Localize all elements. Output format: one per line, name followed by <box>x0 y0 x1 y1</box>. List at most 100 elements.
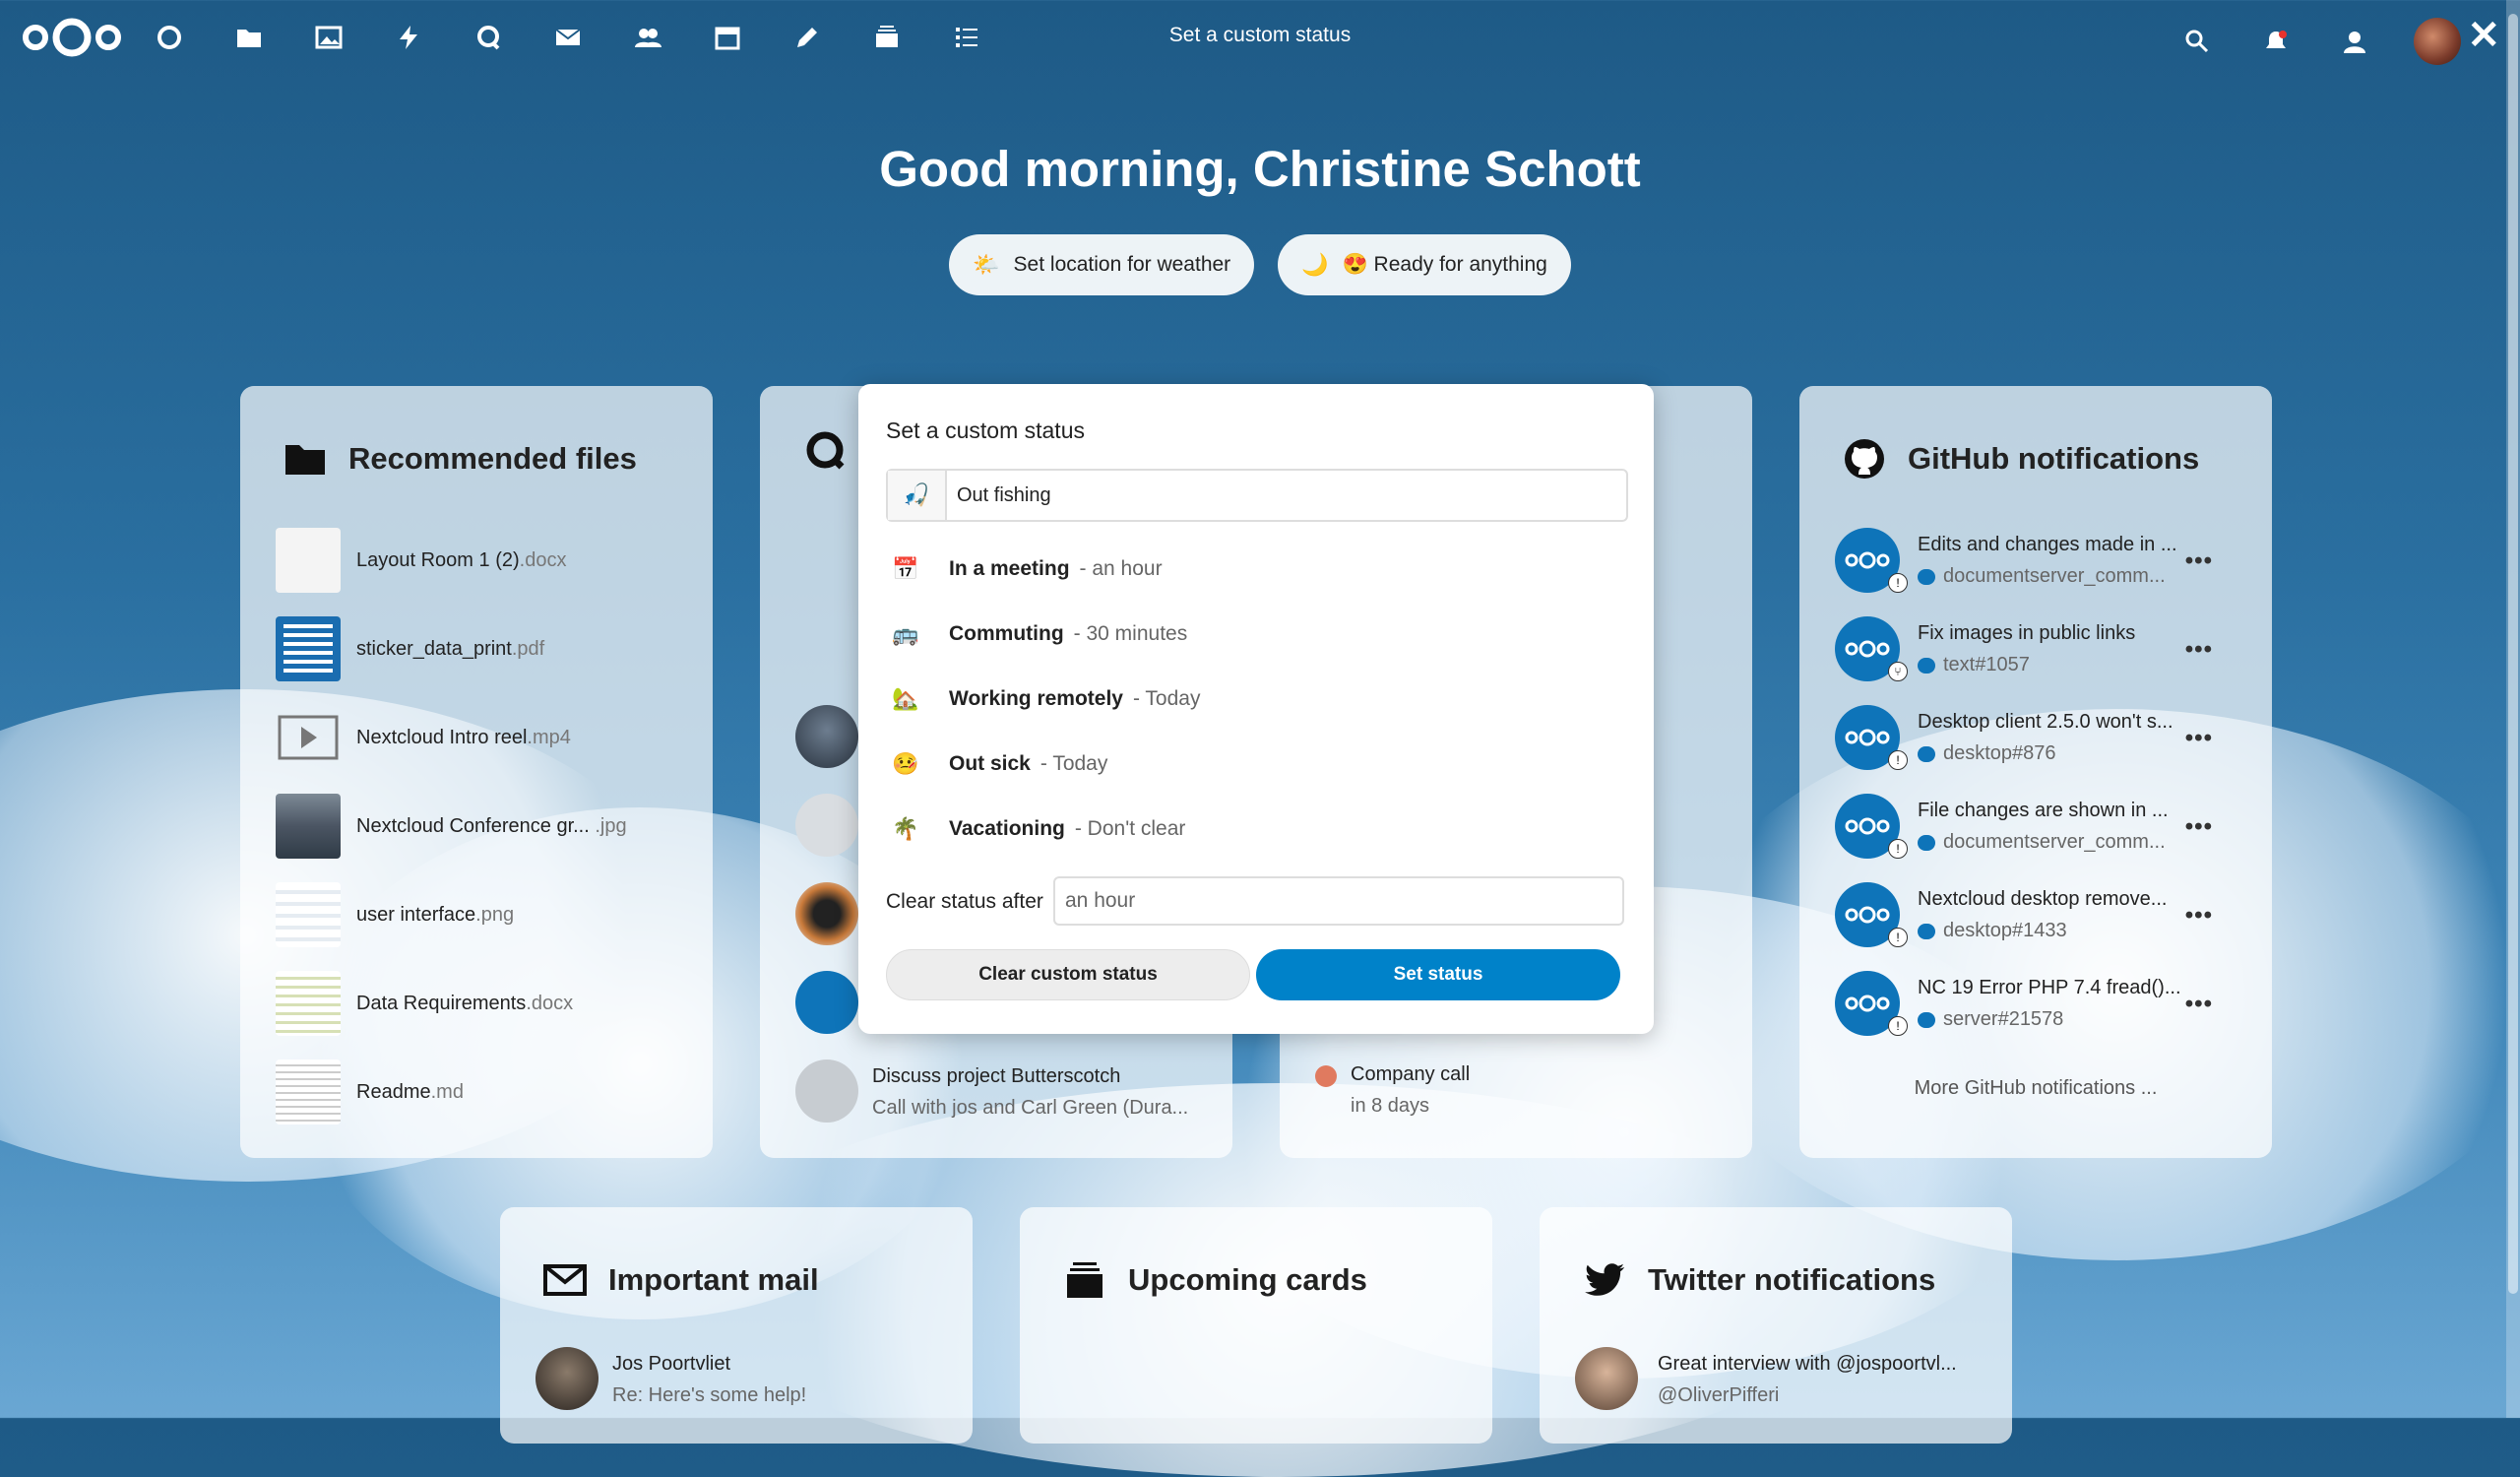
preset-status-sick[interactable]: 🤒 Out sick - Today <box>886 735 1634 794</box>
list-item[interactable]: ! Desktop client 2.5.0 won't s... deskto… <box>1835 705 2248 774</box>
preset-status-meeting[interactable]: 📅 In a meeting - an hour <box>886 540 1634 599</box>
clear-custom-status-button[interactable]: Clear custom status <box>886 949 1250 1000</box>
avatar <box>536 1347 598 1410</box>
list-item[interactable]: ! Edits and changes made in ... document… <box>1835 528 2248 597</box>
status-message-field: 🎣 <box>886 469 1628 522</box>
set-status-button[interactable]: Set status <box>1256 949 1620 1000</box>
mail-sender[interactable]: Jos Poortvliet <box>612 1353 730 1376</box>
scrollbar[interactable] <box>2506 0 2520 1418</box>
talk-icon <box>806 431 845 470</box>
folder-icon <box>285 445 325 475</box>
more-icon[interactable]: ••• <box>2185 636 2213 664</box>
calendar-icon: 📅 <box>892 556 919 581</box>
deck-icon <box>1067 1262 1102 1298</box>
issue-icon: ! <box>1888 839 1908 859</box>
comment-icon <box>1918 834 1935 851</box>
more-icon[interactable]: ••• <box>2185 725 2213 752</box>
file-item[interactable]: Nextcloud Conference gr... .jpg <box>276 794 627 859</box>
preset-status-vacation[interactable]: 🌴 Vacationing - Don't clear <box>886 800 1634 859</box>
file-item[interactable]: user interface.png <box>276 882 514 947</box>
file-item[interactable]: Layout Room 1 (2).docx <box>276 528 566 593</box>
weather-label: Set location for weather <box>1013 253 1231 276</box>
list-item-title[interactable]: Discuss project Butterscotch <box>872 1065 1120 1088</box>
mail-icon <box>543 1264 587 1296</box>
user-avatar[interactable] <box>2414 18 2461 65</box>
file-item[interactable]: Data Requirements.docx <box>276 971 573 1036</box>
avatar <box>795 882 858 945</box>
talk-icon[interactable] <box>469 18 508 57</box>
tweet-text[interactable]: Great interview with @jospoortvl... <box>1658 1353 1957 1376</box>
bus-icon: 🚌 <box>892 621 919 646</box>
issue-icon: ! <box>1888 928 1908 947</box>
comment-icon <box>1918 568 1935 585</box>
upcoming-cards-panel: Upcoming cards <box>1020 1207 1492 1444</box>
weather-button[interactable]: 🌤️ Set location for weather <box>949 234 1255 295</box>
contacts-icon[interactable] <box>628 18 667 57</box>
panel-title: Recommended files <box>348 441 637 476</box>
pull-request-icon: ⑂ <box>1888 662 1908 681</box>
photos-icon[interactable] <box>309 18 348 57</box>
video-icon <box>276 705 341 770</box>
file-item[interactable]: Nextcloud Intro reel.mp4 <box>276 705 571 770</box>
list-item[interactable]: ! Nextcloud desktop remove... desktop#14… <box>1835 882 2248 951</box>
moon-icon: 🌙 <box>1301 252 1329 277</box>
status-button[interactable]: 🌙 😍 Ready for anything <box>1278 234 1571 295</box>
github-panel: GitHub notifications ! Edits and changes… <box>1799 386 2272 1158</box>
contacts-menu-icon[interactable] <box>2335 22 2374 61</box>
recommended-files-panel: Recommended files Layout Room 1 (2).docx… <box>240 386 713 1158</box>
list-item[interactable]: ! File changes are shown in ... document… <box>1835 794 2248 863</box>
mail-icon[interactable] <box>548 18 588 57</box>
avatar <box>795 705 858 768</box>
calendar-icon[interactable] <box>708 18 747 57</box>
more-icon[interactable]: ••• <box>2185 547 2213 575</box>
status-pills: 🌤️ Set location for weather 🌙 😍 Ready fo… <box>0 234 2520 295</box>
file-thumbnail <box>276 971 341 1036</box>
weather-icon: 🌤️ <box>973 252 1000 277</box>
panel-title: Twitter notifications <box>1648 1262 1936 1297</box>
file-thumbnail <box>276 616 341 681</box>
twitter-icon <box>1585 1263 1625 1296</box>
tasks-icon[interactable] <box>947 18 986 57</box>
list-item[interactable]: ⑂ Fix images in public links text#1057 •… <box>1835 616 2248 685</box>
mail-subject: Re: Here's some help! <box>612 1384 807 1406</box>
issue-icon: ! <box>1888 750 1908 770</box>
sick-face-icon: 🤒 <box>892 751 919 776</box>
palm-tree-icon: 🌴 <box>892 816 919 841</box>
notes-icon[interactable] <box>788 18 827 57</box>
link-icon <box>795 794 858 857</box>
status-message-input[interactable] <box>947 482 1608 508</box>
emoji-picker-button[interactable]: 🎣 <box>888 471 947 520</box>
notifications-bell-icon[interactable] <box>2256 22 2296 61</box>
header-right <box>2177 18 2461 65</box>
files-icon[interactable] <box>229 18 269 57</box>
tweet-handle: @OliverPifferi <box>1658 1384 1780 1406</box>
twitter-panel: Twitter notifications Great interview wi… <box>1540 1207 2012 1444</box>
file-item[interactable]: sticker_data_print.pdf <box>276 616 544 681</box>
dashboard-icon[interactable] <box>150 18 189 57</box>
event-title[interactable]: Company call <box>1351 1063 1470 1086</box>
preset-status-commuting[interactable]: 🚌 Commuting - 30 minutes <box>886 605 1634 664</box>
more-icon[interactable]: ••• <box>2185 991 2213 1018</box>
close-icon[interactable]: ✕ <box>2467 16 2500 55</box>
more-github-link[interactable]: More GitHub notifications ... <box>1799 1077 2272 1100</box>
nextcloud-logo[interactable] <box>18 18 126 57</box>
preset-status-remote[interactable]: 🏡 Working remotely - Today <box>886 670 1634 729</box>
status-label: 😍 Ready for anything <box>1342 253 1547 276</box>
github-icon <box>1845 439 1884 479</box>
clear-after-label: Clear status after <box>886 890 1043 913</box>
search-icon[interactable] <box>2177 22 2217 61</box>
comment-icon <box>1918 1011 1935 1028</box>
list-item-subtitle: Call with jos and Carl Green (Dura... <box>872 1097 1189 1119</box>
more-icon[interactable]: ••• <box>2185 902 2213 930</box>
panel-title: Important mail <box>608 1262 819 1297</box>
activity-icon[interactable] <box>389 18 428 57</box>
event-dot <box>1315 1065 1337 1087</box>
file-thumbnail <box>276 528 341 593</box>
more-icon[interactable]: ••• <box>2185 813 2213 841</box>
deck-icon[interactable] <box>867 18 907 57</box>
file-item[interactable]: Readme.md <box>276 1060 464 1124</box>
clear-after-select[interactable]: an hour <box>1053 876 1624 926</box>
panel-title: GitHub notifications <box>1908 441 2200 476</box>
greeting: Good morning, Christine Schott <box>879 141 1641 197</box>
list-item[interactable]: ! NC 19 Error PHP 7.4 fread()... server#… <box>1835 971 2248 1040</box>
